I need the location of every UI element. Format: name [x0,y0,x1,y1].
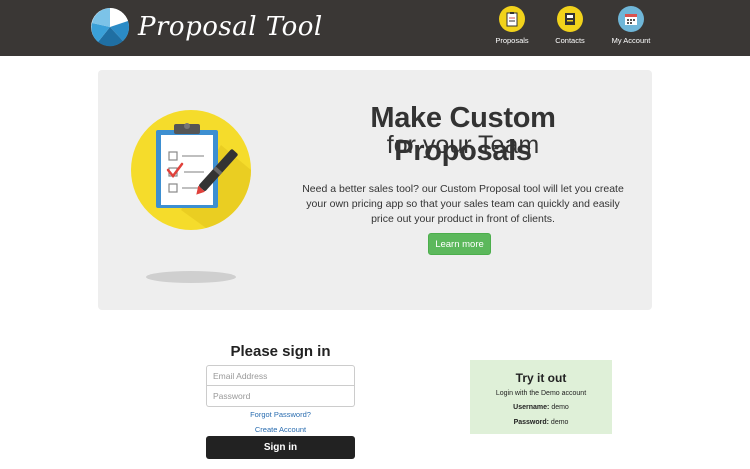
top-navbar: Proposal Tool Proposals Contacts My Acco… [0,0,750,56]
contact-card-icon [557,6,583,32]
nav-proposals[interactable]: Proposals [492,6,532,45]
brand[interactable]: Proposal Tool [90,6,323,48]
nav-proposals-label: Proposals [495,36,529,45]
demo-username-label: Username: [513,404,550,411]
pie-chart-logo-icon [91,8,130,47]
nav-contacts[interactable]: Contacts [550,6,590,45]
clipboard-icon [499,6,525,32]
brand-name: Proposal Tool [138,12,323,42]
clipboard-checklist-illustration-icon [131,110,251,283]
demo-password: Password: demo [470,419,612,426]
demo-panel-title: Try it out [515,371,567,385]
demo-account-panel: Try it out Login with the Demo account U… [470,360,612,434]
main-nav: Proposals Contacts My Account [492,6,654,45]
hero-jumbotron: Make Custom Proposals for your Team Need… [98,70,652,310]
demo-instructions: Login with the Demo account [495,390,587,397]
nav-contacts-label: Contacts [555,36,585,45]
nav-my-account-label: My Account [611,36,651,45]
demo-username: Username: demo [470,404,612,411]
calendar-icon [618,6,644,32]
signin-heading: Please sign in [230,343,331,360]
create-account-link[interactable]: Create Account [206,425,355,434]
forgot-password-link[interactable]: Forgot Password? [206,410,355,419]
demo-username-value: demo [551,404,569,411]
demo-password-label: Password: [513,419,549,426]
hero-description: Need a better sales tool? our Custom Pro… [302,183,624,225]
nav-my-account[interactable]: My Account [608,6,654,45]
email-field[interactable]: Email Address [206,365,355,386]
hero-subtitle: for your Team [386,131,540,159]
demo-password-value: demo [550,419,569,426]
password-field[interactable]: Password [206,386,355,407]
sign-in-button[interactable]: Sign in [206,436,355,459]
learn-more-button[interactable]: Learn more [428,233,491,255]
